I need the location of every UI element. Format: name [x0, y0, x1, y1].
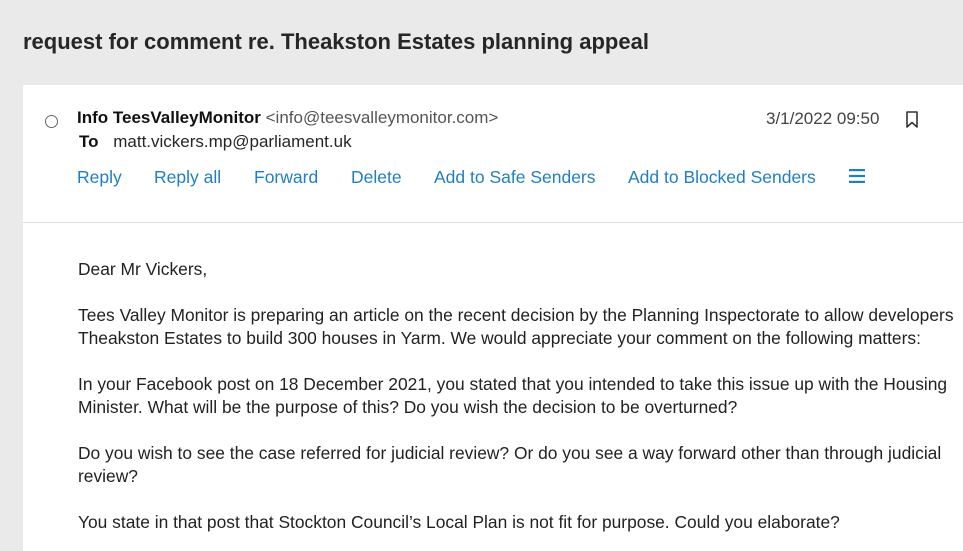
message-body-text: Dear Mr Vickers, Tees Valley Monitor is …	[78, 258, 963, 551]
add-to-blocked-senders-button[interactable]: Add to Blocked Senders	[628, 167, 816, 188]
body-paragraph: You state in that post that Stockton Cou…	[78, 512, 840, 532]
received-date: 3/1/2022 09:50	[766, 109, 880, 128]
bookmark-icon[interactable]	[905, 111, 919, 128]
greeting: Dear Mr Vickers,	[78, 259, 208, 279]
delete-button[interactable]: Delete	[351, 167, 402, 188]
body-paragraph: Tees Valley Monitor is preparing an arti…	[78, 305, 954, 348]
email-reading-pane: request for comment re. Theakston Estate…	[0, 0, 963, 551]
sender-line: Info TeesValleyMonitor <info@teesvalleym…	[77, 108, 498, 128]
body-paragraph: Do you wish to see the case referred for…	[78, 443, 942, 486]
reply-all-button[interactable]: Reply all	[154, 167, 221, 188]
to-label: To	[79, 132, 99, 151]
select-radio-icon[interactable]	[45, 115, 58, 128]
add-to-safe-senders-button[interactable]: Add to Safe Senders	[434, 167, 596, 188]
recipient-line: To matt.vickers.mp@parliament.uk	[79, 132, 352, 152]
message-header: Info TeesValleyMonitor <info@teesvalleym…	[23, 85, 963, 223]
subject-bar: request for comment re. Theakston Estate…	[0, 0, 963, 84]
email-subject: request for comment re. Theakston Estate…	[23, 29, 649, 54]
sender-email: <info@teesvalleymonitor.com>	[265, 108, 499, 127]
hamburger-menu-icon[interactable]	[849, 169, 865, 183]
reply-button[interactable]: Reply	[77, 167, 122, 188]
sender-name[interactable]: Info TeesValleyMonitor	[77, 108, 261, 127]
recipient-address[interactable]: matt.vickers.mp@parliament.uk	[113, 132, 351, 151]
forward-button[interactable]: Forward	[254, 167, 318, 188]
message-body: Dear Mr Vickers, Tees Valley Monitor is …	[23, 223, 963, 551]
body-paragraph: In your Facebook post on 18 December 202…	[78, 374, 948, 417]
